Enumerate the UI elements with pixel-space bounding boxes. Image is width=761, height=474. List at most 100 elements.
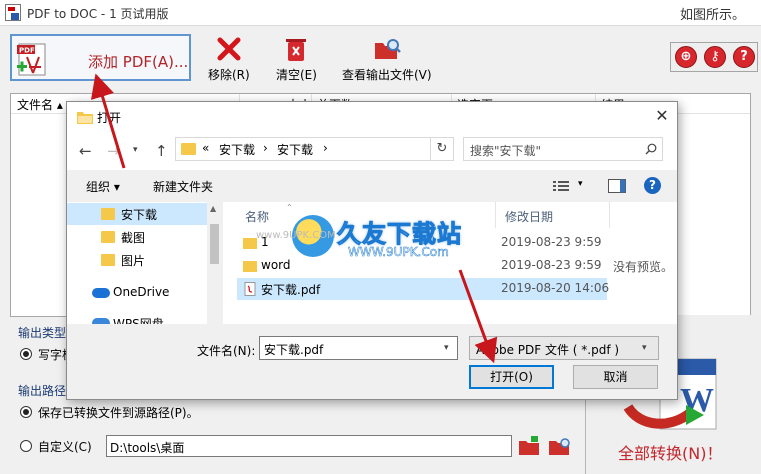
breadcrumb-segment[interactable]: 安下载 (277, 141, 313, 158)
add-pdf-label: 添加 PDF(A)... (88, 53, 189, 71)
filename-dropdown-icon[interactable]: ▾ (444, 343, 449, 353)
trash-icon (286, 39, 307, 61)
custom-path-input[interactable]: D:\tools\桌面 (106, 435, 512, 457)
toolbar: PDF 添加 PDF(A)... 移除(R) 清空(E) 查看输出文件(V) ⊕… (0, 27, 761, 91)
column-separator (609, 202, 610, 228)
filename-input[interactable]: 安下载.pdf (259, 336, 458, 360)
browse-folder-icon[interactable] (518, 434, 542, 458)
dialog-navbar: ← → ▾ ↑ « 安下载 › 安下载 › ⌄ ↻ 搜索"安下载" (67, 132, 677, 170)
remove-label: 移除(R) (208, 68, 250, 82)
folder-search-icon (374, 39, 401, 59)
folder-icon (243, 261, 257, 272)
navigation-pane: 安下载 截图 图片 OneDrive WPS网盘 ▲ (67, 202, 222, 324)
help-icon[interactable]: ? (733, 46, 755, 68)
output-type-radio-wordpad[interactable] (20, 348, 32, 360)
help-icon[interactable]: ? (644, 177, 661, 194)
address-bar[interactable]: « 安下载 › 安下载 › ⌄ (175, 137, 523, 161)
nav-item-label: 截图 (121, 231, 146, 245)
svg-text:PDF: PDF (19, 47, 35, 55)
save-to-source-radio[interactable] (20, 406, 32, 418)
save-to-source-label: 保存已转换文件到源路径(P)。 (38, 406, 199, 420)
column-header-name[interactable]: 名称 (245, 208, 269, 225)
folder-icon (243, 238, 257, 249)
dialog-folder-icon (77, 112, 93, 124)
open-folder-search-icon[interactable] (548, 434, 572, 458)
nav-item-label: OneDrive (113, 285, 170, 299)
app-icon (5, 4, 21, 21)
close-icon[interactable]: ✕ (652, 106, 672, 126)
app-titlebar: PDF to DOC - 1 页试用版 如图所示。 (0, 0, 761, 26)
add-pdf-button[interactable]: PDF 添加 PDF(A)... (10, 34, 191, 81)
globe-icon[interactable]: ⊕ (675, 46, 697, 68)
view-dropdown-icon[interactable]: ▾ (578, 179, 583, 189)
custom-path-label: 自定义(C) (38, 440, 92, 454)
search-placeholder: 搜索"安下载" (470, 144, 542, 158)
remove-button[interactable]: 移除(R) (208, 35, 250, 83)
nav-item-onedrive[interactable]: OneDrive (67, 282, 207, 304)
onedrive-cloud-icon (92, 288, 110, 298)
breadcrumb-separator: › (263, 141, 268, 155)
open-button[interactable]: 打开(O) (469, 365, 554, 389)
nav-item-label: 图片 (121, 254, 146, 268)
dialog-command-bar: 组织 ▾ 新建文件夹 ▾ ? (67, 170, 677, 202)
file-name: 安下载.pdf (261, 283, 321, 297)
sort-indicator-icon: ⌃ (286, 203, 293, 212)
filetype-select[interactable]: Adobe PDF 文件 ( *.pdf ) ▾ (469, 336, 659, 360)
nav-scrollbar[interactable]: ▲ (207, 202, 222, 324)
folder-icon (101, 208, 115, 220)
folder-icon (101, 231, 115, 243)
dialog-bottom-panel: 文件名(N): 安下载.pdf ▾ Adobe PDF 文件 ( *.pdf )… (67, 324, 677, 399)
organize-button[interactable]: 组织 ▾ (86, 178, 120, 195)
filetype-value: Adobe PDF 文件 ( *.pdf ) (476, 343, 620, 357)
nav-scroll-thumb[interactable] (210, 224, 219, 264)
dialog-titlebar: 打开 ✕ (67, 102, 677, 132)
address-chevrons: « (202, 141, 210, 155)
column-header-modified[interactable]: 修改日期 (505, 208, 553, 225)
preview-placeholder: 没有预览。 (613, 260, 674, 274)
nav-item-wps-drive[interactable]: WPS网盘 (67, 312, 207, 324)
recent-dropdown-icon[interactable]: ▾ (133, 145, 138, 155)
file-date: 2019-08-20 14:06 (501, 281, 610, 295)
nav-scroll-up-icon[interactable]: ▲ (210, 204, 216, 213)
file-row[interactable]: 安下载.pdf 2019-08-20 14:06 (237, 278, 610, 300)
file-date: 2019-08-23 9:59 (501, 258, 602, 272)
output-path-title: 输出路径 (18, 384, 67, 398)
search-icon (645, 143, 657, 155)
app-title: PDF to DOC - 1 页试用版 (27, 7, 169, 21)
nav-item-label: WPS网盘 (113, 317, 164, 324)
preview-pane-icon[interactable] (608, 179, 626, 193)
custom-path-radio[interactable] (20, 440, 32, 452)
view-options-icon[interactable] (553, 180, 569, 192)
up-arrow-icon[interactable]: ↑ (155, 142, 168, 160)
nav-item-label: 安下载 (121, 208, 158, 222)
column-header-filename[interactable]: 文件名 ▴ (17, 96, 63, 113)
pdf-file-icon (244, 282, 256, 296)
clear-label: 清空(E) (276, 68, 317, 82)
nav-item-screenshots[interactable]: 截图 (67, 226, 207, 248)
output-type-title: 输出类型 (18, 326, 67, 340)
new-folder-button[interactable]: 新建文件夹 (153, 178, 213, 195)
refresh-icon[interactable]: ↻ (430, 137, 454, 161)
watermark-url-small: www.9UPK.COM (256, 230, 336, 241)
file-date: 2019-08-23 9:59 (501, 235, 602, 249)
dialog-title: 打开 (97, 111, 122, 125)
clear-button[interactable]: 清空(E) (276, 35, 317, 83)
search-box[interactable]: 搜索"安下载" (463, 137, 663, 161)
cancel-button[interactable]: 取消 (573, 365, 658, 389)
nav-item-pictures[interactable]: 图片 (67, 249, 207, 271)
view-output-label: 查看输出文件(V) (342, 68, 432, 82)
add-pdf-icon: PDF (17, 43, 46, 76)
watermark-url: WWW.9UPK.Com (348, 245, 449, 260)
address-folder-icon (181, 143, 196, 155)
column-separator (495, 202, 496, 228)
breadcrumb-segment[interactable]: 安下载 (219, 141, 255, 158)
back-arrow-icon[interactable]: ← (79, 142, 92, 160)
nav-item-downloads[interactable]: 安下载 (67, 203, 207, 225)
watermark-title: 久友下载站 (337, 220, 462, 249)
app-title-right-text: 如图所示。 (680, 8, 746, 23)
key-icon[interactable]: ⚷ (704, 46, 726, 68)
view-output-button[interactable]: 查看输出文件(V) (342, 35, 432, 83)
remove-x-icon (217, 37, 241, 61)
forward-arrow-icon[interactable]: → (107, 142, 120, 160)
breadcrumb-separator: › (323, 141, 328, 155)
